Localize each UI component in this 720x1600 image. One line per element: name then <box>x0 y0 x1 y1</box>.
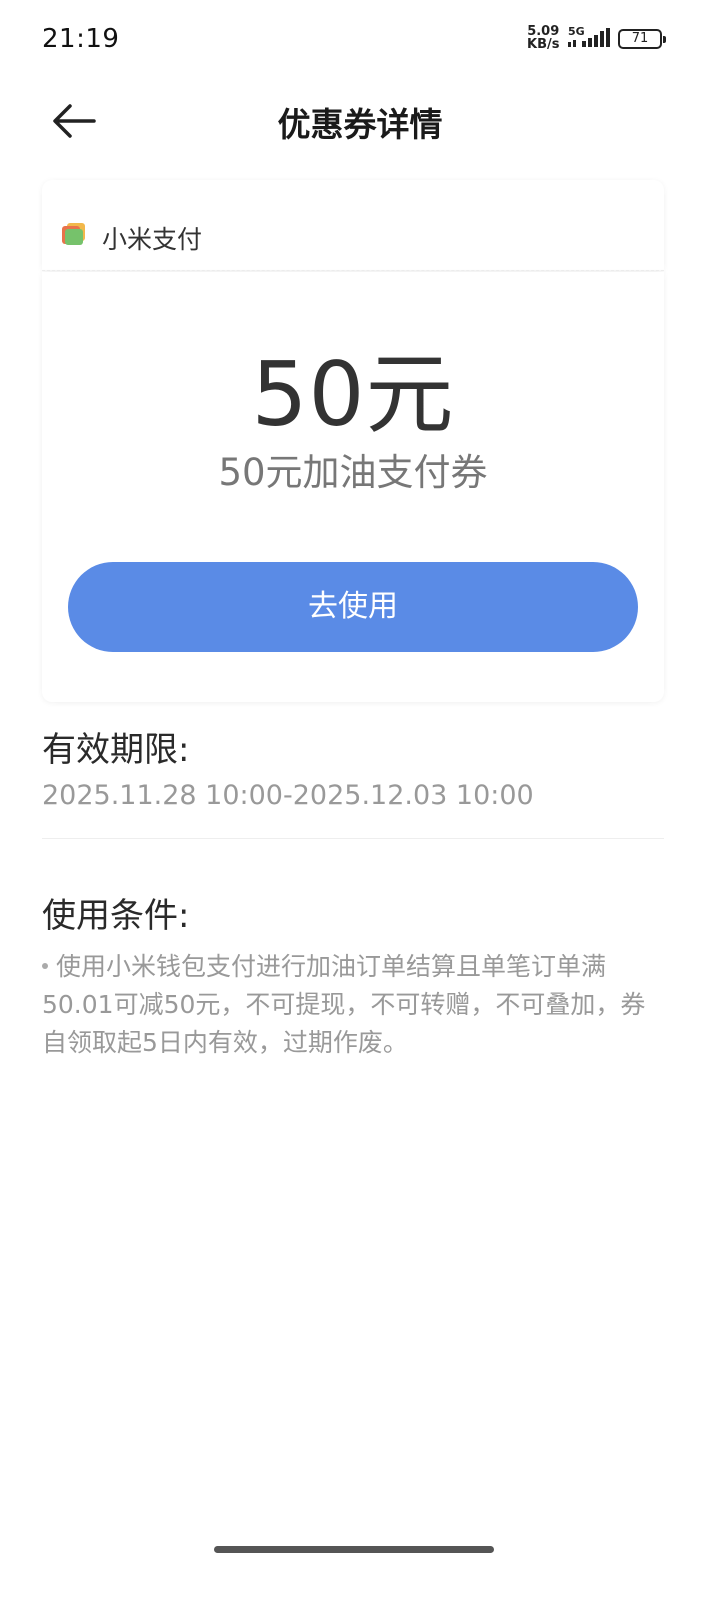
app-header: 优惠券详情 <box>0 80 720 164</box>
network-speed-unit: KB/s <box>527 37 560 52</box>
coupon-amount: 50元 <box>251 343 455 446</box>
conditions-title: 使用条件: <box>42 896 190 936</box>
use-coupon-button[interactable]: 去使用 <box>68 562 638 652</box>
section-divider <box>42 838 664 839</box>
conditions-item: 使用小米钱包支付进行加油订单结算且单笔订单满50.01可减50元，不可提现，不可… <box>42 948 667 1062</box>
validity-title: 有效期限: <box>42 730 190 770</box>
status-bar: 21:19 5.09 KB/s 5G 71 <box>0 0 720 80</box>
page-title: 优惠券详情 <box>277 105 443 144</box>
coupon-card-header: 小米支付 <box>42 180 664 270</box>
coupon-card: 50元 50元加油支付券 去使用 <box>42 272 664 702</box>
validity-period: 2025.11.28 10:00-2025.12.03 10:00 <box>42 780 534 811</box>
brand-name: 小米支付 <box>102 225 203 254</box>
signal-5g-icon: 5G <box>568 25 610 47</box>
conditions-text: 使用小米钱包支付进行加油订单结算且单笔订单满50.01可减50元，不可提现，不可… <box>42 952 646 1057</box>
card-divider <box>42 270 664 271</box>
status-time: 21:19 <box>42 24 120 54</box>
home-indicator[interactable] <box>214 1546 494 1553</box>
network-type-label: 5G <box>568 25 585 38</box>
coupon-detail-screen: 21:19 5.09 KB/s 5G 71 优惠券详情 小米支付 50元 50元… <box>0 0 720 1600</box>
bullet-icon <box>42 963 48 969</box>
battery-level: 71 <box>631 31 649 46</box>
xiaomi-pay-logo-icon <box>62 223 85 245</box>
network-speed: 5.09 KB/s <box>527 25 559 51</box>
coupon-name: 50元加油支付券 <box>218 451 488 494</box>
battery-icon: 71 <box>618 29 666 49</box>
